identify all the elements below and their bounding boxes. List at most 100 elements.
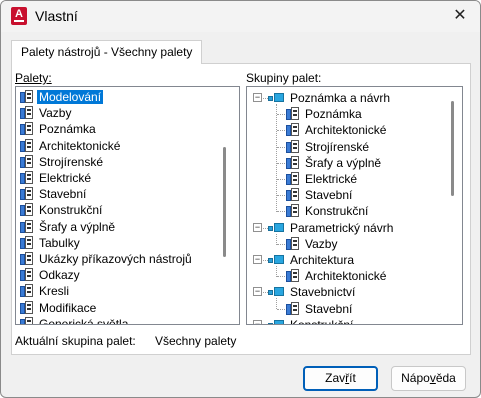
help-button[interactable]: Nápověda <box>391 366 466 391</box>
tree-connector <box>277 211 285 213</box>
palette-item-label: Strojírenské <box>39 154 104 169</box>
palette-icon <box>285 123 300 137</box>
palette-group-child[interactable]: Poznámka <box>285 106 364 122</box>
tree-connector <box>277 114 285 116</box>
window-title: Vlastní <box>35 8 78 24</box>
palette-group-node[interactable]: Stavebnictví <box>268 284 357 300</box>
palette-item[interactable]: Elektrické <box>19 170 93 186</box>
palettes-list[interactable]: Modelování Vazby Poznámka Architektonické St… <box>15 86 240 325</box>
palette-item-label: Tabulky <box>39 235 80 250</box>
current-group-value: Všechny palety <box>155 334 237 348</box>
palette-icon <box>285 155 300 170</box>
palette-icon <box>19 90 34 104</box>
palette-icon <box>19 171 34 185</box>
palette-group-node[interactable]: Architektura <box>268 252 356 268</box>
palette-icon <box>285 188 300 202</box>
palette-item-label: Poznámka <box>39 122 96 137</box>
palette-child-label: Šrafy a výplně <box>305 155 382 170</box>
palette-item[interactable]: Strojírenské <box>19 154 105 170</box>
palette-item[interactable]: Poznámka <box>19 121 98 137</box>
palette-group-child[interactable]: Konstrukční <box>285 203 370 219</box>
tree-connector <box>277 162 285 164</box>
palette-child-label: Strojírenské <box>305 139 370 154</box>
palette-group-node[interactable]: Poznámka a návrh <box>268 90 392 106</box>
palette-groups-tree[interactable]: − Poznámka a návrh Poznámka Architektonické… <box>246 86 463 325</box>
palette-icon <box>19 252 34 266</box>
palette-item[interactable]: Šrafy a výplně <box>19 219 117 235</box>
palette-group-label: Architektura <box>290 253 355 267</box>
palette-item-label: Modifikace <box>39 300 97 315</box>
palette-item[interactable]: Modifikace <box>19 300 98 316</box>
palette-icon <box>19 300 34 315</box>
tree-connector <box>277 276 285 278</box>
palette-icon <box>285 269 300 283</box>
palette-child-label: Elektrické <box>305 172 358 186</box>
palette-group-label: Konstrukční <box>290 317 354 325</box>
palette-item[interactable]: Architektonické <box>19 138 122 154</box>
palette-icon <box>19 154 34 169</box>
dialog-body: Palety nástrojů - Všechny palety Palety:… <box>1 32 480 366</box>
tab-panel: Palety: Modelování Vazby Poznámka Architekt… <box>11 63 471 355</box>
palette-item[interactable]: Ukázky příkazových nástrojů <box>19 251 194 267</box>
tree-connector <box>277 243 285 245</box>
palette-group-child[interactable]: Stavební <box>285 187 354 203</box>
palette-child-label: Architektonické <box>305 269 387 284</box>
palette-item[interactable]: Tabulky <box>19 235 82 251</box>
palette-item-label: Odkazy <box>39 268 80 283</box>
palette-item[interactable]: Odkazy <box>19 267 82 283</box>
palette-icon <box>19 235 34 250</box>
palette-group-label: Stavebnictví <box>290 285 356 300</box>
palette-group-label: Parametrický návrh <box>290 220 394 235</box>
palette-icon <box>285 204 300 218</box>
tree-connector <box>277 179 285 180</box>
tree-connector <box>277 146 285 148</box>
palette-group-child[interactable]: Elektrické <box>285 171 359 187</box>
palette-item-label: Generická světla <box>39 316 129 325</box>
collapse-icon[interactable]: − <box>253 222 262 232</box>
collapse-icon[interactable]: − <box>253 255 262 264</box>
palette-group-child[interactable]: Stavební <box>285 301 354 317</box>
palette-group-child[interactable]: Architektonické <box>285 122 388 138</box>
palette-icon <box>285 236 300 251</box>
palette-item-label: Šrafy a výplně <box>39 219 116 234</box>
palette-item[interactable]: Konstrukční <box>19 202 104 218</box>
palette-group-child[interactable]: Strojírenské <box>285 139 371 155</box>
palette-item[interactable]: Generická světla <box>19 316 130 325</box>
palettes-scrollbar[interactable] <box>223 147 226 257</box>
palette-icon <box>285 301 300 316</box>
palette-group-child[interactable]: Vazby <box>285 236 339 252</box>
current-group-label: Aktuální skupina palet: <box>15 334 136 348</box>
palette-group-node[interactable]: Parametrický návrh <box>268 220 395 236</box>
palette-group-icon <box>268 93 284 103</box>
palette-child-label: Architektonické <box>305 123 387 138</box>
palette-item-label: Konstrukční <box>39 203 103 218</box>
palette-item[interactable]: Kresli <box>19 283 71 299</box>
palette-group-child[interactable]: Architektonické <box>285 268 388 284</box>
palette-icon <box>19 268 34 282</box>
palette-group-node[interactable]: Konstrukční <box>268 317 355 325</box>
tab-tool-palettes[interactable]: Palety nástrojů - Všechny palety <box>11 40 203 64</box>
close-icon[interactable]: ✕ <box>440 1 480 32</box>
collapse-icon[interactable]: − <box>253 93 262 102</box>
collapse-icon[interactable]: − <box>253 287 262 297</box>
palette-group-icon <box>268 255 284 265</box>
palette-icon <box>19 138 34 153</box>
palette-child-label: Stavební <box>305 301 353 316</box>
palette-child-label: Stavební <box>305 188 353 203</box>
close-button[interactable]: Zavřít <box>303 366 378 391</box>
palette-item[interactable]: Modelování <box>19 89 105 105</box>
palette-item[interactable]: Stavební <box>19 186 88 202</box>
palette-icon <box>19 203 34 217</box>
palette-group-label: Poznámka a návrh <box>290 91 391 105</box>
groups-scrollbar[interactable] <box>451 101 454 196</box>
palettes-label: Palety: <box>15 71 52 85</box>
palette-item-label: Kresli <box>39 284 70 299</box>
collapse-icon[interactable]: − <box>253 319 262 324</box>
autocad-app-icon: A <box>11 7 27 25</box>
palette-group-child[interactable]: Šrafy a výplně <box>285 155 383 171</box>
palette-icon <box>285 139 300 154</box>
palette-item[interactable]: Vazby <box>19 105 73 121</box>
palette-icon <box>19 187 34 201</box>
palette-icon <box>285 107 300 121</box>
palette-item-label: Vazby <box>39 106 72 121</box>
